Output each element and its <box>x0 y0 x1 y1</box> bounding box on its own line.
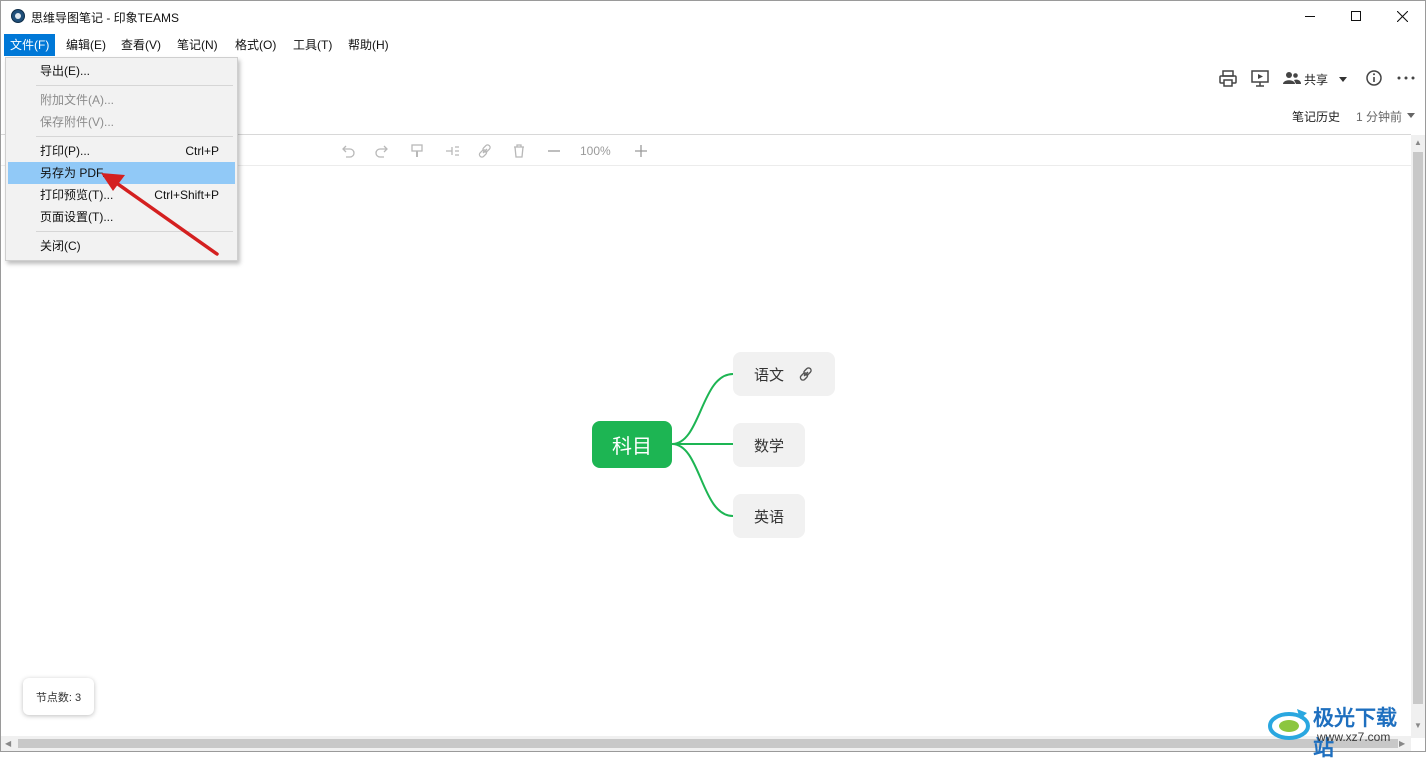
menu-item-label: 导出(E)... <box>40 64 90 78</box>
link-icon[interactable] <box>798 366 814 382</box>
node-label: 英语 <box>753 508 784 526</box>
menu-item-close[interactable]: 关闭(C) <box>8 235 235 257</box>
node-count-badge: 节点数: 3 <box>23 678 94 715</box>
menu-separator <box>36 231 233 232</box>
horizontal-scroll-thumb[interactable] <box>18 739 1398 748</box>
mindmap-root-node[interactable]: 科目 <box>592 421 672 468</box>
node-label: 语文 <box>753 366 784 384</box>
vertical-scroll-thumb[interactable] <box>1413 152 1423 704</box>
menu-separator <box>36 136 233 137</box>
vertical-scrollbar[interactable]: ▲ ▼ <box>1411 135 1425 738</box>
menu-item-label: 页面设置(T)... <box>40 210 114 224</box>
menu-item-export[interactable]: 导出(E)... <box>8 60 235 82</box>
branch-line-1 <box>671 373 734 445</box>
menu-item-attach-file: 附加文件(A)... <box>8 89 235 111</box>
app-window: 思维导图笔记 - 印象TEAMS 文件(F) 编辑(E) 查看(V) 笔记(N)… <box>0 0 1426 760</box>
menu-item-print[interactable]: 打印(P)... Ctrl+P <box>8 140 235 162</box>
scroll-up-icon[interactable]: ▲ <box>1414 138 1422 147</box>
mindmap-child-node[interactable]: 数学 <box>733 423 805 467</box>
menu-item-page-setup[interactable]: 页面设置(T)... <box>8 206 235 228</box>
menu-separator <box>36 85 233 86</box>
menu-item-label: 打印预览(T)... <box>40 188 114 202</box>
scroll-down-icon[interactable]: ▼ <box>1414 721 1422 730</box>
scroll-left-icon[interactable]: ◀ <box>5 739 11 748</box>
menu-item-label: 另存为 PDF... <box>40 166 113 180</box>
branch-line-3 <box>671 443 734 517</box>
watermark-url: www.xz7.com <box>1317 730 1391 744</box>
menu-item-print-preview[interactable]: 打印预览(T)... Ctrl+Shift+P <box>8 184 235 206</box>
watermark: 极光下载站 www.xz7.com <box>1265 701 1415 760</box>
menu-item-label: 保存附件(V)... <box>40 115 114 129</box>
menu-item-save-attachment: 保存附件(V)... <box>8 111 235 133</box>
menu-item-label: 关闭(C) <box>40 239 81 253</box>
mindmap-child-node[interactable]: 英语 <box>733 494 805 538</box>
node-label: 数学 <box>753 437 784 455</box>
horizontal-scrollbar[interactable]: ◀ ▶ <box>1 736 1411 751</box>
menu-item-label: 打印(P)... <box>40 144 90 158</box>
mindmap-child-node[interactable]: 语文 <box>733 352 835 396</box>
menu-item-shortcut: Ctrl+P <box>185 144 219 158</box>
watermark-logo-icon <box>1268 709 1310 740</box>
file-menu-dropdown: 导出(E)... 附加文件(A)... 保存附件(V)... 打印(P)... … <box>5 57 238 261</box>
menu-item-label: 附加文件(A)... <box>40 93 114 107</box>
menu-item-save-as-pdf[interactable]: 另存为 PDF... <box>8 162 235 184</box>
menu-item-shortcut: Ctrl+Shift+P <box>154 188 219 202</box>
